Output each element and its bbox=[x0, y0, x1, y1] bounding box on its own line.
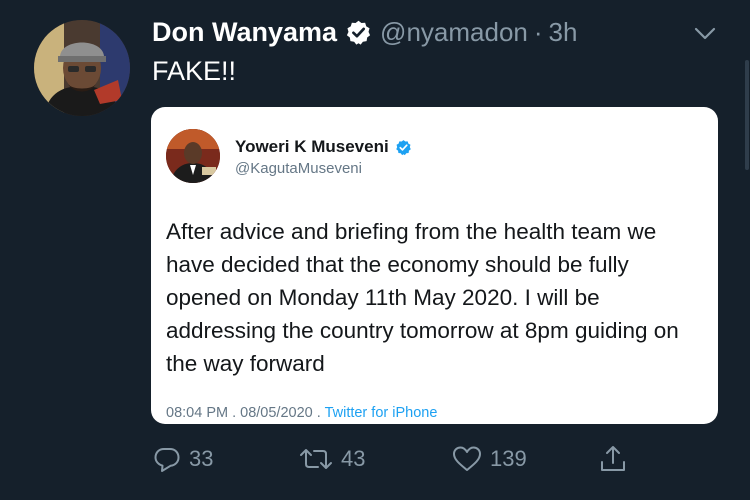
reply-icon bbox=[154, 448, 180, 472]
scrollbar-thumb[interactable] bbox=[745, 60, 749, 170]
like-count: 139 bbox=[490, 446, 527, 471]
chevron-down-icon[interactable] bbox=[690, 18, 720, 48]
tweet-time[interactable]: 3h bbox=[549, 17, 578, 48]
tweet-header: Don Wanyama @nyamadon · 3h bbox=[152, 14, 577, 50]
like-button[interactable]: 139 bbox=[452, 443, 527, 475]
reply-count: 33 bbox=[189, 446, 214, 471]
share-icon bbox=[601, 446, 625, 471]
share-button[interactable] bbox=[598, 443, 628, 475]
quoted-source: Twitter for iPhone bbox=[324, 405, 438, 421]
quoted-author-handle: @KagutaMuseveni bbox=[235, 160, 362, 177]
quoted-tweet-meta: 08:04 PM . 08/05/2020 . Twitter for iPho… bbox=[166, 405, 437, 421]
author-handle[interactable]: @nyamadon bbox=[380, 17, 528, 48]
quoted-author-avatar bbox=[166, 129, 220, 183]
author-avatar[interactable] bbox=[34, 20, 130, 116]
scrollbar[interactable] bbox=[744, 0, 750, 500]
quoted-tweet-text: After advice and briefing from the healt… bbox=[166, 219, 679, 376]
reply-button[interactable]: 33 bbox=[153, 443, 213, 475]
heart-icon bbox=[453, 446, 481, 471]
verified-badge-icon bbox=[345, 19, 372, 46]
quoted-timestamp: 08:04 PM . 08/05/2020 . bbox=[166, 405, 321, 421]
retweet-icon bbox=[300, 449, 332, 469]
quoted-header: Yoweri K Museveni bbox=[235, 137, 412, 157]
author-name[interactable]: Don Wanyama bbox=[152, 17, 337, 48]
retweet-count: 43 bbox=[341, 446, 366, 471]
quoted-author-name: Yoweri K Museveni bbox=[235, 137, 389, 156]
separator-dot: · bbox=[533, 16, 543, 47]
quoted-tweet-card[interactable]: Yoweri K Museveni @KagutaMuseveni After … bbox=[151, 107, 718, 424]
verified-badge-icon bbox=[395, 139, 412, 156]
retweet-button[interactable]: 43 bbox=[299, 443, 365, 475]
tweet-actions: 33 43 139 bbox=[0, 443, 750, 475]
tweet: Don Wanyama @nyamadon · 3h FAKE!! Yoweri… bbox=[0, 0, 750, 500]
tweet-text: FAKE!! bbox=[152, 56, 237, 86]
